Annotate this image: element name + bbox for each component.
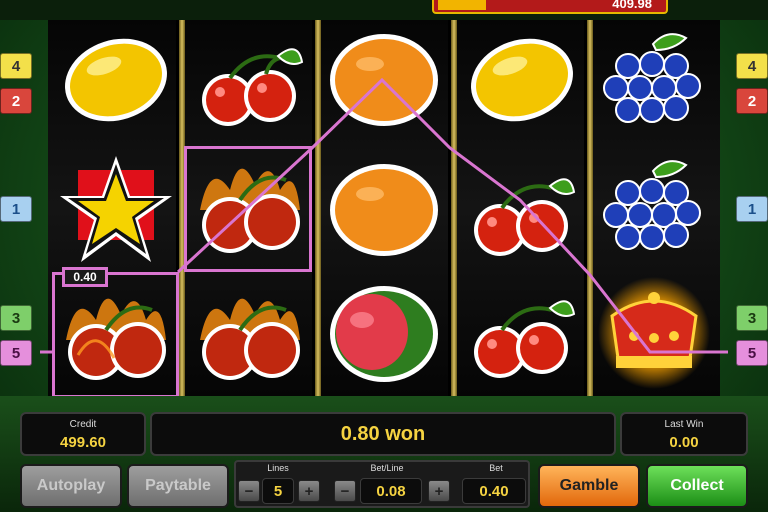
- gamble-button[interactable]: Gamble: [538, 464, 640, 508]
- collect-button[interactable]: Collect: [646, 464, 748, 508]
- betline-value: 0.08: [360, 478, 422, 504]
- betline-label: Bet/Line: [370, 463, 404, 473]
- last-win-display: Last Win 0.00: [620, 412, 748, 456]
- lines-plus-button[interactable]: +: [298, 480, 320, 502]
- credit-label: Credit: [69, 419, 97, 430]
- line-number-left[interactable]: 1: [0, 196, 32, 222]
- autoplay-button[interactable]: Autoplay: [20, 464, 122, 508]
- credit-value: 499.60: [60, 434, 106, 451]
- bet-label: Bet: [489, 463, 503, 473]
- line-number-left[interactable]: 4: [0, 53, 32, 79]
- credit-display: Credit 499.60: [20, 412, 146, 456]
- line-number-left[interactable]: 2: [0, 88, 32, 114]
- line-number-right[interactable]: 2: [736, 88, 768, 114]
- lines-label: Lines: [267, 463, 289, 473]
- betline-plus-button[interactable]: +: [428, 480, 450, 502]
- line-number-right[interactable]: 3: [736, 305, 768, 331]
- win-frame: [184, 146, 312, 272]
- bet-value: 0.40: [462, 478, 526, 504]
- line-number-left[interactable]: 5: [0, 340, 32, 366]
- line-number-left[interactable]: 3: [0, 305, 32, 331]
- win-frame: [52, 272, 179, 398]
- line-number-right[interactable]: 1: [736, 196, 768, 222]
- last-win-label: Last Win: [664, 419, 704, 430]
- betline-minus-button[interactable]: −: [334, 480, 356, 502]
- last-win-value: 0.00: [669, 434, 699, 451]
- lines-value: 5: [262, 478, 294, 504]
- win-message: 0.80 won: [150, 412, 616, 456]
- win-amount-label: 0.40: [62, 267, 108, 287]
- lines-minus-button[interactable]: −: [238, 480, 260, 502]
- paytable-button[interactable]: Paytable: [127, 464, 229, 508]
- line-number-right[interactable]: 5: [736, 340, 768, 366]
- line-number-right[interactable]: 4: [736, 53, 768, 79]
